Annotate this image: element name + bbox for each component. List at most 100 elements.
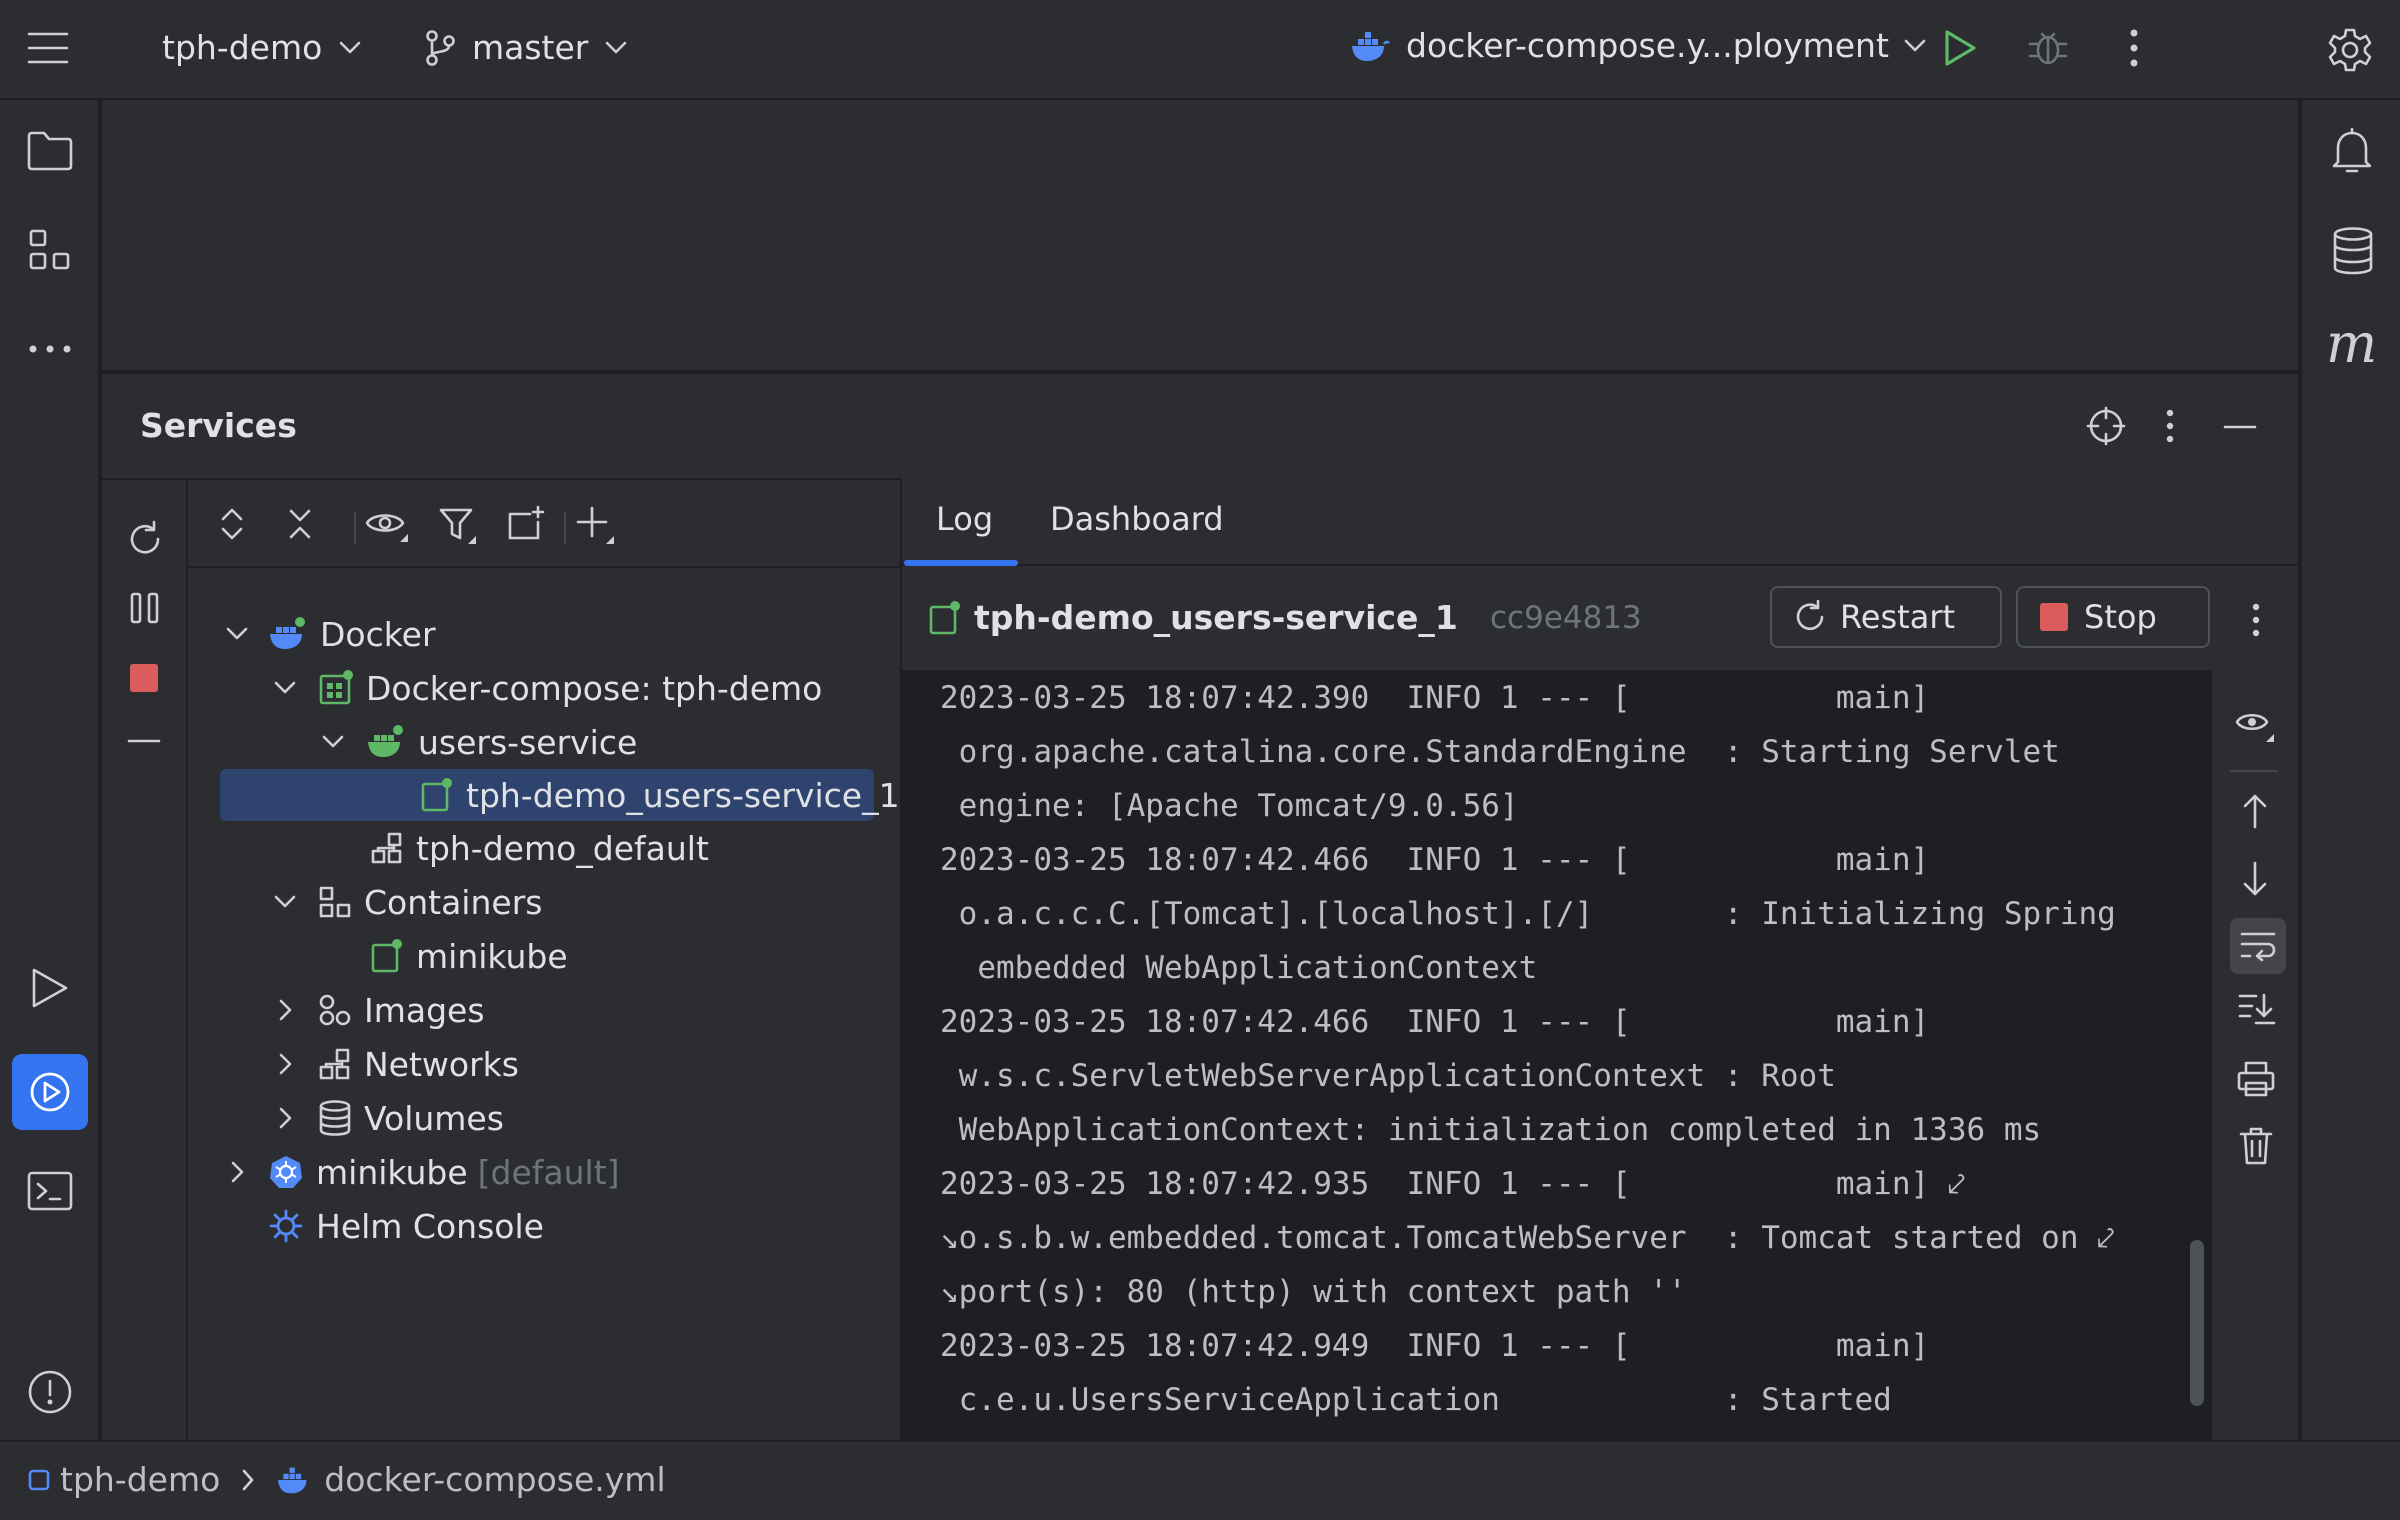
log-line: o.a.c.c.C.[Tomcat].[localhost].[/] : Ini…	[940, 896, 2116, 932]
minimize-icon[interactable]	[2222, 424, 2258, 430]
tree-node-minikube-cluster[interactable]: minikube [default]	[224, 1146, 620, 1198]
notifications-icon[interactable]	[2330, 126, 2374, 176]
collapse-icon[interactable]	[126, 738, 162, 744]
kubernetes-icon	[268, 1154, 304, 1190]
scroll-up-icon[interactable]	[2240, 792, 2270, 830]
collapse-all-icon[interactable]	[286, 508, 314, 540]
branch-selector[interactable]: master	[424, 28, 628, 67]
scroll-to-end-icon[interactable]	[2238, 992, 2276, 1026]
scroll-down-icon[interactable]	[2240, 860, 2270, 898]
options-more-icon[interactable]	[2162, 406, 2178, 446]
database-icon[interactable]	[2332, 226, 2374, 276]
problems-icon[interactable]	[26, 1368, 74, 1416]
services-tree-pane: Docker Docker-compose: tph-demo users-se…	[188, 478, 902, 1440]
tree-node-users-service-container[interactable]: tph-demo_users-service_1	[220, 769, 874, 821]
tree-node-volumes[interactable]: Volumes	[272, 1092, 504, 1144]
tree-node-tph-demo-default[interactable]: tph-demo_default	[370, 822, 709, 874]
stop-label: Stop	[2084, 598, 2157, 636]
tree-node-minikube-container[interactable]: minikube	[370, 930, 568, 982]
hamburger-menu-icon[interactable]	[26, 28, 70, 68]
chevron-right-icon[interactable]	[224, 1159, 250, 1185]
run-configuration-selector[interactable]: docker-compose.y...ployment	[1350, 26, 1927, 65]
maven-icon[interactable]: m	[2326, 312, 2377, 375]
run-config-name: docker-compose.y...ployment	[1406, 26, 1889, 65]
refresh-icon[interactable]	[126, 520, 164, 558]
debug-icon[interactable]	[2026, 26, 2070, 68]
filter-icon[interactable]	[438, 506, 478, 546]
run-icon[interactable]	[30, 966, 70, 1010]
tab-dashboard[interactable]: Dashboard	[1050, 500, 1224, 538]
images-icon	[318, 993, 352, 1027]
view-log-options-icon[interactable]	[2234, 708, 2276, 744]
log-output[interactable]: 2023-03-25 18:07:42.390 INFO 1 --- [ mai…	[902, 670, 2212, 1440]
chevron-right-icon[interactable]	[272, 1051, 298, 1077]
container-running-icon	[928, 600, 962, 636]
left-tool-strip	[0, 100, 100, 1440]
add-service-icon[interactable]	[574, 504, 616, 546]
log-line: embedded WebApplicationContext	[940, 950, 1537, 986]
tree-node-label: Images	[364, 991, 485, 1030]
chevron-down-icon[interactable]	[320, 729, 346, 755]
chevron-right-icon[interactable]	[272, 997, 298, 1023]
services-tab-button[interactable]	[12, 1054, 88, 1130]
stop-button[interactable]: Stop	[2016, 586, 2210, 648]
terminal-icon[interactable]	[26, 1170, 74, 1212]
tree-node-docker-compose[interactable]: Docker-compose: tph-demo	[272, 662, 822, 714]
more-tools-icon[interactable]	[28, 344, 72, 354]
right-tool-strip: m	[2300, 100, 2400, 1440]
print-icon[interactable]	[2236, 1060, 2276, 1098]
service-details-pane: Log Dashboard tph-demo_users-service_1 c…	[902, 478, 2298, 1440]
tree-node-containers[interactable]: Containers	[272, 876, 542, 928]
new-tab-icon[interactable]	[506, 504, 546, 544]
tree-node-label: Helm Console	[316, 1207, 544, 1246]
log-scrollbar[interactable]	[2190, 1240, 2204, 1406]
container-running-icon	[370, 938, 404, 974]
restart-label: Restart	[1840, 598, 1955, 636]
docker-icon	[1350, 28, 1390, 64]
tree-node-networks[interactable]: Networks	[272, 1038, 519, 1090]
services-title: Services	[140, 406, 297, 445]
more-icon[interactable]	[2124, 26, 2144, 70]
pause-icon[interactable]	[128, 590, 162, 626]
log-line: 2023-03-25 18:07:42.949 INFO 1 --- [ mai…	[940, 1328, 1929, 1364]
stop-icon[interactable]	[128, 662, 160, 694]
tree-node-helm-console[interactable]: Helm Console	[268, 1200, 544, 1252]
view-options-icon[interactable]	[364, 506, 410, 546]
tab-log[interactable]: Log	[936, 500, 993, 538]
breadcrumb-project[interactable]: tph-demo	[60, 1460, 220, 1499]
project-name: tph-demo	[162, 28, 322, 67]
tree-node-docker[interactable]: Docker	[224, 608, 436, 660]
settings-icon[interactable]	[2326, 26, 2374, 74]
chevron-down-icon[interactable]	[272, 675, 298, 701]
helm-icon	[268, 1208, 304, 1244]
container-running-icon	[420, 777, 454, 813]
breadcrumb-file[interactable]: docker-compose.yml	[324, 1460, 665, 1499]
tree-node-label: users-service	[418, 723, 637, 762]
log-line: org.apache.catalina.core.StandardEngine …	[940, 734, 2060, 770]
clear-all-icon[interactable]	[2238, 1126, 2274, 1166]
project-selector[interactable]: tph-demo	[162, 28, 362, 67]
chevron-down-icon[interactable]	[272, 889, 298, 915]
chevron-down-icon	[338, 40, 362, 56]
chevron-right-icon[interactable]	[272, 1105, 298, 1131]
stop-icon	[2038, 601, 2070, 633]
structure-icon[interactable]	[28, 228, 72, 272]
docker-icon	[268, 616, 308, 652]
title-bar: tph-demo master docker-compose.y...ploym…	[0, 0, 2400, 100]
container-more-icon[interactable]	[2248, 600, 2264, 640]
project-folder-icon[interactable]	[26, 130, 74, 172]
expand-all-icon[interactable]	[218, 506, 246, 542]
soft-wrap-toggle[interactable]	[2230, 918, 2286, 974]
docker-service-icon	[366, 724, 406, 760]
tree-node-users-service[interactable]: users-service	[320, 716, 637, 768]
run-icon[interactable]	[1942, 28, 1978, 68]
tree-node-label: minikube	[316, 1153, 468, 1192]
tree-node-images[interactable]: Images	[272, 984, 485, 1036]
chevron-down-icon[interactable]	[224, 621, 250, 647]
details-tabs: Log Dashboard	[902, 478, 2298, 566]
log-tools-strip	[2212, 670, 2298, 1440]
toolbar-separator	[564, 512, 566, 544]
log-line: ↘o.s.b.w.embedded.tomcat.TomcatWebServer…	[940, 1220, 2115, 1257]
restart-button[interactable]: Restart	[1770, 586, 2002, 648]
crosshair-icon[interactable]	[2086, 406, 2126, 446]
